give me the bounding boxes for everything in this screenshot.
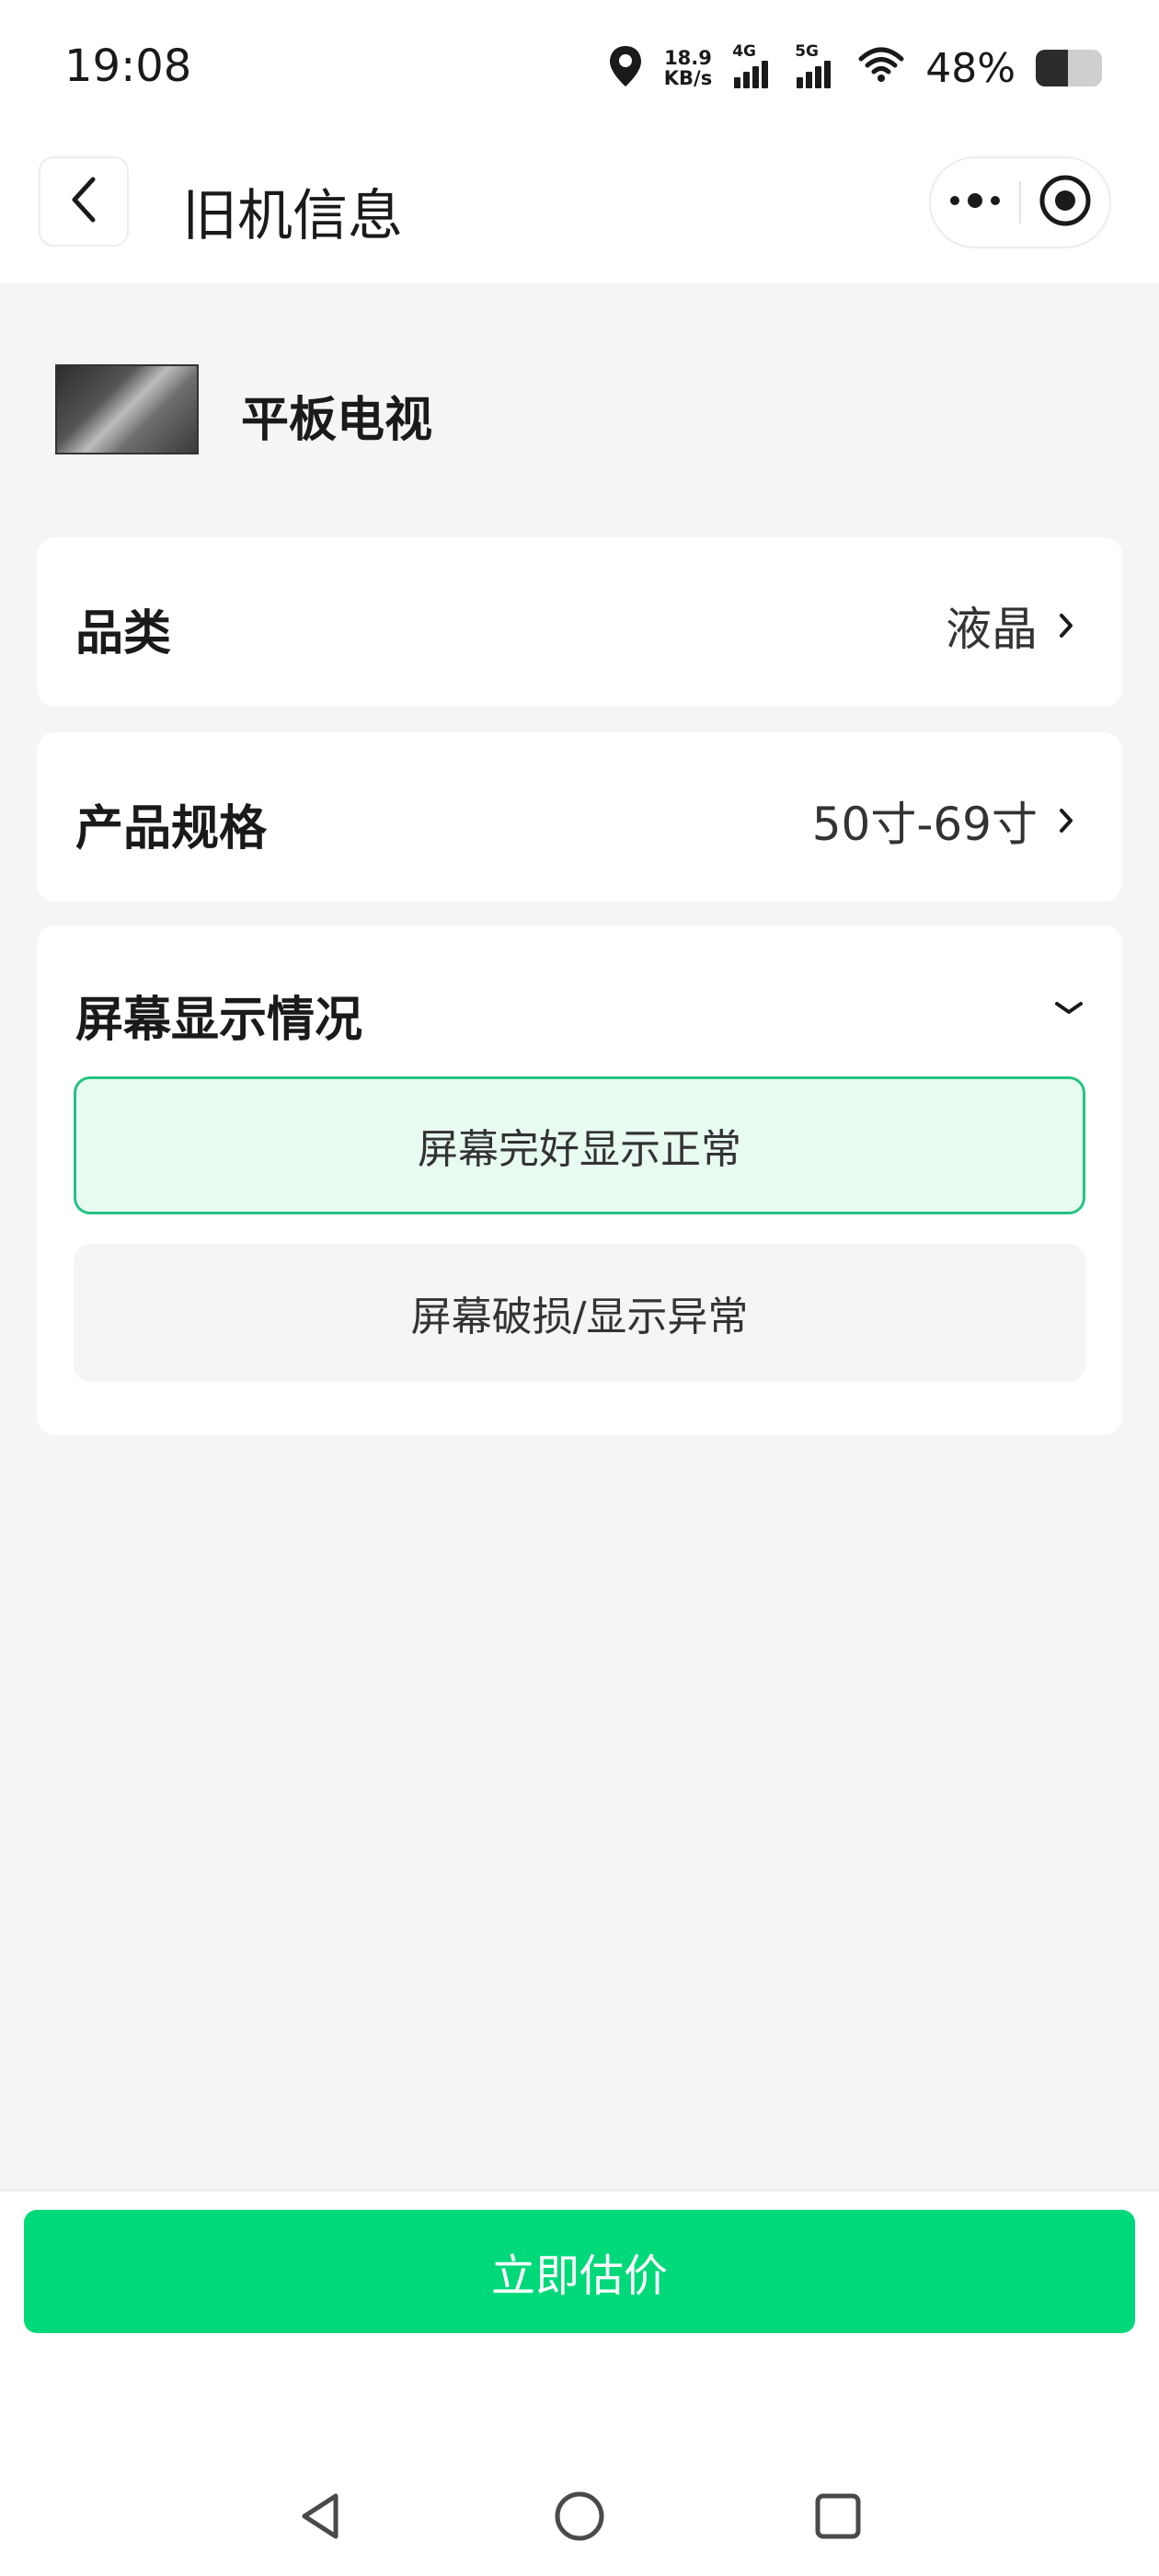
target-circle-icon bbox=[1039, 174, 1092, 231]
option-label: 屏幕完好显示正常 bbox=[418, 1126, 741, 1173]
wifi-icon bbox=[857, 46, 905, 90]
navigation-bar: 旧机信息 bbox=[0, 138, 1159, 283]
mini-program-capsule bbox=[929, 156, 1111, 248]
battery-icon bbox=[1036, 50, 1102, 86]
status-bar: 19:08 18.9 KB/s 4G 5G 48% bbox=[0, 0, 1159, 138]
screen-condition-card: 屏幕显示情况 屏幕完好显示正常 屏幕破损/显示异常 bbox=[37, 926, 1122, 1435]
speed-unit: KB/s bbox=[663, 67, 713, 89]
spec-label: 产品规格 bbox=[75, 801, 268, 857]
category-label: 品类 bbox=[75, 606, 172, 661]
spec-row[interactable]: 产品规格 50寸-69寸 bbox=[37, 732, 1122, 902]
system-back-button[interactable] bbox=[279, 2477, 361, 2559]
option-screen-normal[interactable]: 屏幕完好显示正常 bbox=[74, 1076, 1085, 1214]
product-name: 平板电视 bbox=[241, 393, 433, 448]
chevron-down-icon[interactable] bbox=[1052, 999, 1085, 1021]
location-icon bbox=[607, 44, 644, 92]
circle-home-icon bbox=[552, 2489, 607, 2547]
chevron-right-icon bbox=[1058, 599, 1074, 652]
signal-icon: 4G bbox=[732, 42, 775, 88]
status-time: 19:08 bbox=[64, 40, 192, 92]
chevron-left-icon bbox=[65, 172, 102, 231]
option-label: 屏幕破损/显示异常 bbox=[410, 1294, 749, 1340]
product-image bbox=[55, 364, 199, 454]
screen-condition-label: 屏幕显示情况 bbox=[75, 993, 363, 1048]
signal-icon-5g: 5G bbox=[795, 42, 837, 88]
battery-fill bbox=[1036, 50, 1068, 86]
system-recents-button[interactable] bbox=[797, 2477, 879, 2559]
category-value-group: 液晶 bbox=[946, 592, 1074, 659]
option-screen-damaged[interactable]: 屏幕破损/显示异常 bbox=[74, 1244, 1085, 1382]
network-type-4g: 4G bbox=[732, 42, 756, 61]
square-recents-icon bbox=[812, 2490, 864, 2546]
category-value: 液晶 bbox=[946, 603, 1038, 656]
close-button[interactable] bbox=[1021, 158, 1109, 247]
more-button[interactable] bbox=[931, 158, 1019, 247]
page-title: 旧机信息 bbox=[182, 184, 403, 248]
network-type-5g: 5G bbox=[795, 42, 819, 61]
more-dots-icon bbox=[949, 193, 1001, 212]
spec-value: 50寸-69寸 bbox=[811, 798, 1038, 851]
spec-value-group: 50寸-69寸 bbox=[812, 788, 1074, 854]
status-indicators: 18.9 KB/s 4G 5G 48% bbox=[607, 42, 1102, 94]
footer: 立即估价 bbox=[0, 2190, 1159, 2576]
chevron-right-icon bbox=[1058, 794, 1074, 847]
speed-value: 18.9 bbox=[664, 47, 712, 69]
battery-percent: 48% bbox=[925, 44, 1016, 92]
estimate-button[interactable]: 立即估价 bbox=[24, 2210, 1135, 2333]
network-speed: 18.9 KB/s bbox=[664, 48, 712, 88]
system-home-button[interactable] bbox=[538, 2477, 621, 2559]
category-row[interactable]: 品类 液晶 bbox=[37, 537, 1122, 707]
back-button[interactable] bbox=[39, 156, 129, 247]
triangle-back-icon bbox=[297, 2490, 343, 2546]
system-navigation-bar bbox=[0, 2477, 1159, 2559]
main-content: 平板电视 品类 液晶 产品规格 50寸-69寸 屏幕显示情况 屏幕完好显示正常 … bbox=[0, 283, 1159, 2190]
